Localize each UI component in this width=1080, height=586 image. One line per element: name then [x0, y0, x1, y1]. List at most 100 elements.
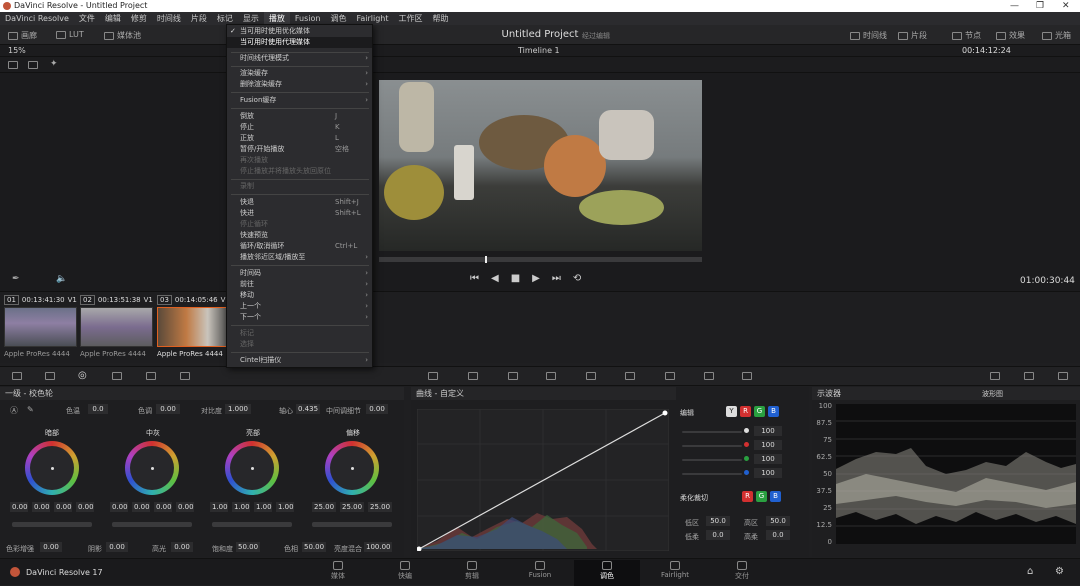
- saturation-value[interactable]: 50.00: [236, 542, 260, 552]
- soft-clip-r-button[interactable]: R: [742, 491, 753, 502]
- clip-thumbnail-selected[interactable]: [157, 307, 230, 347]
- window-icon[interactable]: [546, 372, 556, 380]
- lift-g[interactable]: 0.00: [54, 502, 72, 512]
- color-boost-value[interactable]: 0.00: [40, 542, 62, 552]
- menu-davinci[interactable]: DaVinci Resolve: [0, 12, 74, 25]
- scopes-icon[interactable]: [1024, 372, 1034, 380]
- gain-y[interactable]: 1.00: [210, 502, 228, 512]
- tracker-icon[interactable]: [586, 372, 596, 380]
- menu-item-play-pause[interactable]: 暂停/开始播放 空格: [227, 144, 372, 155]
- color-wheels-icon[interactable]: ◎: [78, 370, 87, 381]
- menu-item-timecode[interactable]: 时间码 ›: [227, 268, 372, 279]
- intensity-y-slider[interactable]: [682, 431, 742, 433]
- intensity-y[interactable]: 100: [754, 426, 782, 436]
- settings-icon[interactable]: ⚙: [1055, 566, 1064, 577]
- menu-item-rewind[interactable]: 快退 Shift+J: [227, 197, 372, 208]
- offset-b[interactable]: 25.00: [368, 502, 392, 512]
- intensity-g[interactable]: 100: [754, 454, 782, 464]
- lift-r[interactable]: 0.00: [32, 502, 50, 512]
- offset-g[interactable]: 25.00: [340, 502, 364, 512]
- intensity-r[interactable]: 100: [754, 440, 782, 450]
- loop-icon[interactable]: ⟲: [573, 273, 581, 284]
- shadows-value[interactable]: 0.00: [106, 542, 128, 552]
- lift-wheel-handle[interactable]: [51, 467, 54, 470]
- gamma-wheel-handle[interactable]: [151, 467, 154, 470]
- lum-mix-value[interactable]: 100.00: [364, 542, 392, 552]
- grid-icon[interactable]: [8, 61, 18, 69]
- timeline-name[interactable]: Timeline 1: [518, 46, 560, 55]
- tab-fairlight[interactable]: Fairlight: [655, 560, 695, 579]
- middetail-value[interactable]: 0.00: [366, 404, 388, 414]
- menu-item-fast-forward[interactable]: 快进 Shift+L: [227, 208, 372, 219]
- channel-b-button[interactable]: B: [768, 406, 779, 417]
- hdr-icon[interactable]: [112, 372, 122, 380]
- hue-value[interactable]: 50.00: [302, 542, 326, 552]
- viewer-scrubber[interactable]: [379, 256, 702, 263]
- intensity-b-slider[interactable]: [682, 473, 742, 475]
- channel-y-button[interactable]: Y: [726, 406, 737, 417]
- reverse-play-icon[interactable]: ◀: [491, 273, 499, 284]
- curves-graph[interactable]: [417, 409, 669, 551]
- audio-icon[interactable]: 🔈: [56, 274, 67, 284]
- tab-edit[interactable]: 剪辑: [452, 560, 492, 581]
- menu-item-go-to[interactable]: 前往 ›: [227, 279, 372, 290]
- media-pool-button[interactable]: 媒体池: [104, 30, 141, 41]
- high-value[interactable]: 50.0: [766, 516, 790, 526]
- gamma-r[interactable]: 0.00: [132, 502, 150, 512]
- offset-wheel-handle[interactable]: [351, 467, 354, 470]
- lut-button[interactable]: LUT: [56, 30, 84, 39]
- channel-g-button[interactable]: G: [754, 406, 765, 417]
- tab-media[interactable]: 媒体: [318, 560, 358, 581]
- lift-b[interactable]: 0.00: [76, 502, 94, 512]
- menu-item-fusion-cache[interactable]: Fusion缓存 ›: [227, 95, 372, 106]
- nodes-button[interactable]: 节点: [952, 30, 981, 41]
- timeline-button[interactable]: 时间线: [850, 30, 887, 41]
- menu-item-proxy-mode[interactable]: 时间线代理模式 ›: [227, 53, 372, 64]
- zoom-select[interactable]: 15%: [8, 46, 26, 55]
- menu-timeline[interactable]: 时间线: [152, 12, 186, 25]
- lift-master-slider[interactable]: [12, 522, 92, 527]
- playhead[interactable]: [485, 256, 487, 263]
- menu-trim[interactable]: 修剪: [126, 12, 152, 25]
- menu-item-proxy[interactable]: 当可用时使用代理媒体: [227, 37, 372, 48]
- stop-icon[interactable]: ■: [511, 273, 520, 284]
- gain-wheel-handle[interactable]: [251, 467, 254, 470]
- blur-icon[interactable]: [625, 372, 635, 380]
- menu-item-reverse[interactable]: 倒放 J: [227, 111, 372, 122]
- gamma-master-slider[interactable]: [112, 522, 192, 527]
- clip-thumbnail[interactable]: [4, 307, 77, 347]
- info-icon[interactable]: [1058, 372, 1068, 380]
- gamma-b[interactable]: 0.00: [176, 502, 194, 512]
- auto-balance-icon[interactable]: Ⓐ: [10, 405, 18, 416]
- menu-item-previous[interactable]: 上一个 ›: [227, 301, 372, 312]
- effects-button[interactable]: 效果: [996, 30, 1025, 41]
- contrast-value[interactable]: 1.000: [225, 404, 251, 414]
- rgb-mixer-icon[interactable]: [146, 372, 156, 380]
- key-icon[interactable]: [665, 372, 675, 380]
- lift-y[interactable]: 0.00: [10, 502, 28, 512]
- maximize-button[interactable]: ❐: [1036, 0, 1044, 12]
- camera-raw-icon[interactable]: [12, 372, 22, 380]
- offset-master-slider[interactable]: [312, 522, 392, 527]
- home-icon[interactable]: ⌂: [1027, 566, 1033, 577]
- highlights-value[interactable]: 0.00: [171, 542, 193, 552]
- qualifier-icon[interactable]: [508, 372, 518, 380]
- play-icon[interactable]: ▶: [532, 273, 540, 284]
- gain-master-slider[interactable]: [212, 522, 292, 527]
- low-value[interactable]: 50.0: [706, 516, 730, 526]
- curves-icon[interactable]: [428, 372, 438, 380]
- temp-value[interactable]: 0.0: [88, 404, 108, 414]
- motion-effects-icon[interactable]: [180, 372, 190, 380]
- wipe-icon[interactable]: [28, 61, 38, 69]
- intensity-r-slider[interactable]: [682, 445, 742, 447]
- clip-thumbnail[interactable]: [80, 307, 153, 347]
- tint-value[interactable]: 0.00: [156, 404, 180, 414]
- pivot-value[interactable]: 0.435: [296, 404, 320, 414]
- tab-color[interactable]: 调色: [574, 560, 640, 586]
- menu-item-loop[interactable]: 循环/取消循环 Ctrl+L: [227, 241, 372, 252]
- tab-deliver[interactable]: 交付: [722, 560, 762, 581]
- clips-button[interactable]: 片段: [898, 30, 927, 41]
- menu-item-next[interactable]: 下一个 ›: [227, 312, 372, 323]
- eyedropper-icon[interactable]: ✒: [12, 274, 20, 284]
- menu-clip[interactable]: 片段: [186, 12, 212, 25]
